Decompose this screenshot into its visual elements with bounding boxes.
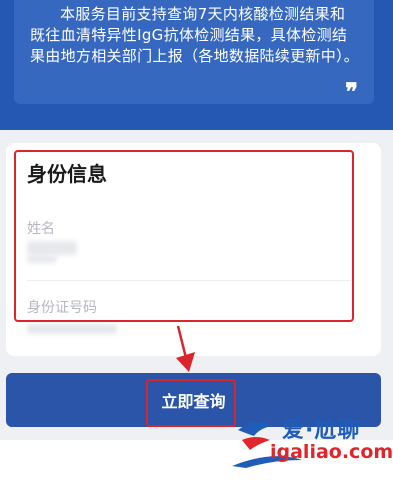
notice-card: 本服务目前支持查询7天内核酸检测结果和既往血清特异性IgG抗体检测结果，具体检测… [14, 0, 374, 104]
watermark-text-top: 爱·尬聊 [282, 418, 361, 443]
submit-highlight-box [146, 379, 236, 427]
notice-text: 本服务目前支持查询7天内核酸检测结果和既往血清特异性IgG抗体检测结果，具体检测… [30, 5, 360, 65]
quote-close-icon: ❞ [345, 77, 358, 106]
watermark-text-bottom: igaliao.com [270, 441, 393, 463]
id-number-field[interactable] [27, 324, 117, 334]
form-highlight-box [14, 150, 354, 322]
